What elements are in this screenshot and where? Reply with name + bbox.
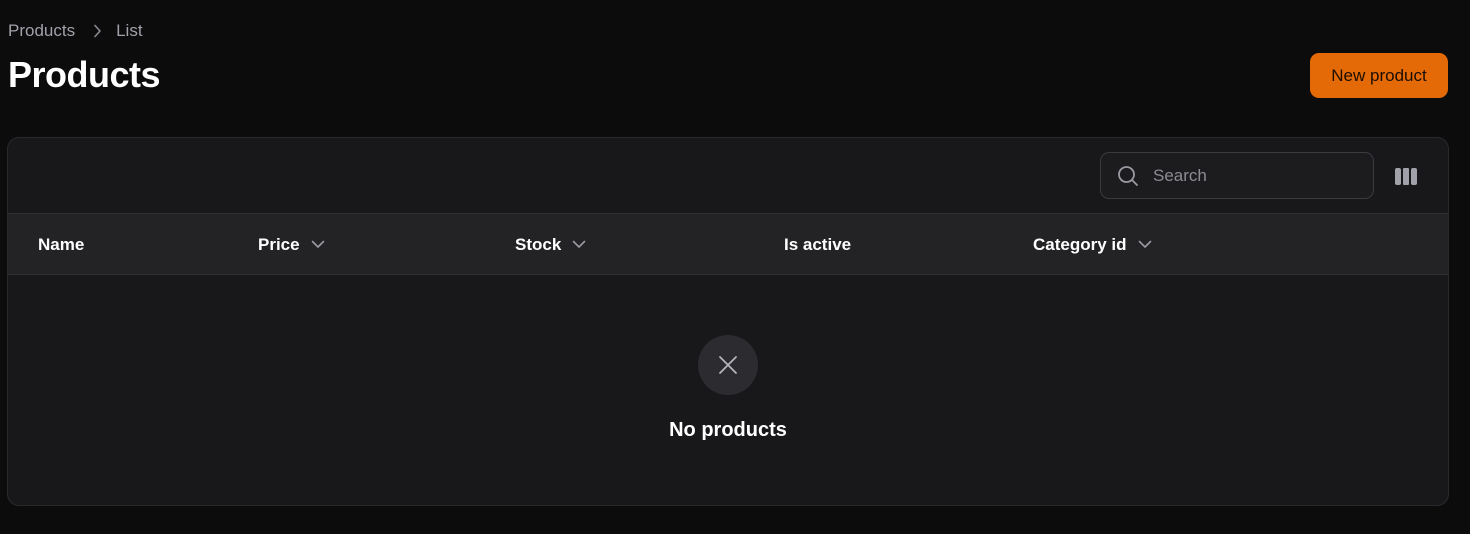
- column-header-is-active[interactable]: Is active: [784, 214, 851, 275]
- chevron-down-icon: [1138, 240, 1152, 249]
- columns-toggle-button[interactable]: [1394, 166, 1418, 186]
- table-header: Name Price Stock Is active Category id: [8, 214, 1448, 275]
- page-title: Products: [8, 54, 161, 95]
- column-header-label: Category id: [1033, 234, 1127, 254]
- column-header-name[interactable]: Name: [38, 214, 84, 275]
- breadcrumb-item-products[interactable]: Products: [8, 21, 75, 41]
- chevron-right-icon: [93, 24, 102, 38]
- x-icon: [698, 335, 758, 395]
- column-header-stock[interactable]: Stock: [515, 214, 586, 275]
- empty-state: No products: [8, 275, 1448, 505]
- breadcrumb: Products List: [8, 20, 143, 42]
- table-toolbar: [8, 138, 1448, 214]
- search-input[interactable]: [1151, 164, 1351, 187]
- column-header-label: Price: [258, 234, 300, 254]
- empty-state-message: No products: [669, 419, 787, 441]
- products-table-panel: Name Price Stock Is active Category id: [7, 137, 1449, 506]
- search-icon: [1117, 165, 1139, 187]
- columns-icon: [1394, 167, 1418, 186]
- search-field[interactable]: [1100, 152, 1374, 199]
- breadcrumb-item-list[interactable]: List: [116, 21, 142, 41]
- chevron-down-icon: [311, 240, 325, 249]
- column-header-category-id[interactable]: Category id: [1033, 214, 1152, 275]
- column-header-price[interactable]: Price: [258, 214, 325, 275]
- column-header-label: Name: [38, 234, 85, 254]
- new-product-button[interactable]: New product: [1310, 53, 1448, 98]
- column-header-label: Is active: [784, 234, 852, 254]
- chevron-down-icon: [572, 240, 586, 249]
- column-header-label: Stock: [515, 234, 562, 254]
